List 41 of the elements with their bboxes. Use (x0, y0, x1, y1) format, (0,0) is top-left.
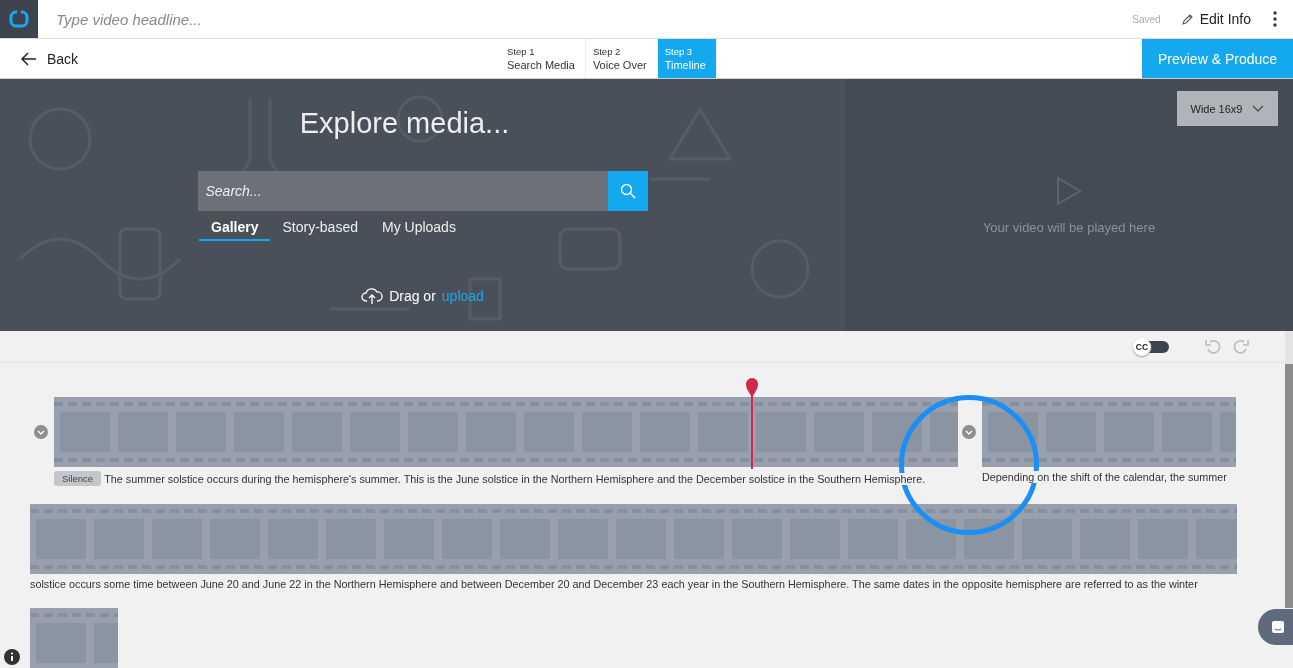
playhead[interactable] (745, 377, 759, 469)
film-clip[interactable] (982, 397, 1236, 467)
cc-toggle[interactable]: CC (1135, 340, 1169, 353)
chevron-down-icon (1252, 105, 1265, 112)
pencil-icon (1180, 12, 1194, 26)
caption-text: Depending on the shift of the calendar, the summer (982, 471, 1227, 483)
preview-message: Your video will be played here (982, 220, 1156, 235)
caption-text: solstice occurs some time between June 20 and June 22 in the Northern Hemisphere and between December 20 and December 23 each year in the Southern Hemisphere. The same dates in the opposite hemisphere are referred to as the winter (30, 578, 1198, 590)
caption-text: The summer solstice occurs during the hemisphere's summer. This is the June solstice in the Northern Hemisphere and the December solstice in the Southern Hemisphere. (104, 472, 926, 485)
explore-title: Explore media... (299, 107, 510, 140)
scrollbar[interactable] (1285, 331, 1293, 608)
film-clip[interactable] (54, 397, 958, 467)
drag-text: Drag or (389, 288, 436, 304)
aspect-dropdown[interactable]: Wide 16x9 (1177, 91, 1278, 126)
expand-icon[interactable] (962, 425, 976, 439)
film-clip[interactable] (30, 504, 1237, 574)
edit-info-button[interactable]: Edit Info (1180, 11, 1251, 27)
film-clip[interactable] (30, 608, 118, 668)
chat-icon (1271, 620, 1285, 634)
save-status: Saved (1132, 13, 1161, 25)
step-tab[interactable]: Step 1 Search Media (500, 39, 586, 78)
search-button[interactable] (607, 171, 648, 211)
headline-field[interactable]: Type video headline... (56, 4, 1133, 34)
cloud-upload-icon (361, 287, 384, 305)
search-icon (619, 183, 636, 199)
silence-tag[interactable]: Silence (54, 471, 102, 486)
back-button[interactable]: Back (21, 50, 79, 67)
media-tab[interactable]: Story-based (270, 211, 370, 241)
redo-icon[interactable] (1231, 338, 1249, 355)
media-tab[interactable]: My Uploads (369, 211, 468, 241)
info-icon[interactable] (4, 649, 20, 665)
step-tab[interactable]: Step 2 Voice Over (585, 39, 658, 78)
expand-icon[interactable] (34, 425, 48, 439)
play-icon (1056, 176, 1082, 206)
back-arrow-icon (21, 51, 37, 66)
more-menu-icon[interactable] (1273, 11, 1277, 27)
logo-icon[interactable] (0, 0, 38, 38)
media-tab[interactable]: Gallery (199, 211, 271, 241)
chat-button[interactable] (1258, 609, 1293, 645)
undo-icon[interactable] (1205, 338, 1223, 355)
search-field[interactable]: Search... (197, 171, 608, 211)
